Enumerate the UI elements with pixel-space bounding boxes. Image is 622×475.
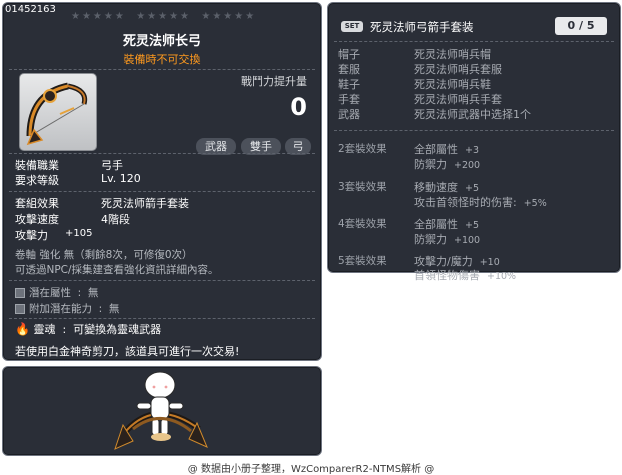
potential-box-icon	[15, 288, 25, 298]
attack-speed-label: 攻擊速度	[15, 213, 59, 226]
divider	[9, 280, 315, 281]
divider	[9, 191, 315, 192]
set-part-slot: 手套	[338, 93, 360, 106]
soul-row: 🔥 靈魂 : 可變換為靈魂武器	[15, 322, 162, 336]
divider	[9, 69, 315, 70]
set-part-name: 死灵法师武器中选择1个	[414, 108, 531, 121]
set-tooltip: SET 死灵法师弓箭手套装 0 / 5 帽子 死灵法师哨兵帽 套服 死灵法师哨兵…	[327, 2, 621, 282]
stat-value: 弓手	[101, 159, 123, 172]
set-badge: SET	[341, 21, 363, 32]
set-effect-line: 攻击首领怪时的伤害: +5%	[414, 196, 547, 209]
set-part-slot: 帽子	[338, 48, 360, 61]
character-preview	[114, 371, 208, 450]
star-group: ★★★★★	[71, 11, 126, 22]
enhance-info: 可透過NPC/採集建查看強化資訊詳細內容。	[15, 264, 219, 276]
set-effect-head: 2套裝效果	[338, 143, 387, 155]
additional-potential-row: 附加潛在能力 : 無	[15, 301, 119, 316]
flame-icon: 🔥	[15, 322, 30, 336]
divider	[334, 41, 614, 42]
item-name: 死灵法师长弓	[122, 34, 201, 49]
star-group: ★★★★★	[201, 11, 257, 22]
upgrade-info: 卷軸 強化 無（剩餘8次，可修復0次）	[15, 249, 193, 261]
soul-value: 可變換為靈魂武器	[73, 323, 162, 336]
stat-label: 要求等級	[15, 174, 59, 187]
set-part-name: 死灵法师哨兵套服	[414, 63, 502, 76]
bow-icon	[26, 82, 88, 146]
set-effect-line: 首領怪物傷害 +10%	[414, 269, 517, 282]
additional-potential-value: 無	[108, 303, 120, 315]
trade-restriction: 裝備時不可交換	[123, 53, 201, 66]
potential-value: 無	[87, 287, 99, 299]
soul-label: 靈魂	[33, 323, 56, 336]
potential-row: 潛在屬性 : 無	[15, 285, 98, 300]
attack-value: +105	[65, 228, 93, 239]
set-effect-head: 4套裝效果	[338, 218, 387, 230]
combat-power-value: 0	[290, 93, 307, 121]
set-part-slot: 武器	[338, 108, 360, 121]
footer-credit: @ 数据由小册子整理，WzComparerR2-NTMS解析 @	[187, 464, 435, 475]
stat-value: Lv. 120	[101, 172, 141, 185]
set-title: 死灵法师弓箭手套装	[370, 20, 474, 34]
divider	[9, 318, 315, 319]
scissors-note: 若使用白金神奇剪刀，該道具可進行一次交易!	[15, 345, 240, 358]
stat-label: 裝備職業	[15, 159, 59, 172]
attack-speed-value: 4階段	[101, 213, 130, 226]
set-part-slot: 鞋子	[338, 78, 360, 91]
item-icon-frame	[19, 73, 97, 151]
set-effect-value: 死灵法师箭手套装	[101, 197, 189, 210]
potential-label: 潛在屬性	[29, 287, 71, 299]
set-effect-line: 移動速度 +5	[414, 181, 480, 194]
set-effect-head: 3套裝效果	[338, 181, 387, 193]
divider	[9, 153, 315, 154]
set-part-name: 死灵法师哨兵帽	[414, 48, 491, 61]
star-force-row: ★★★★★ ★★★★★ ★★★★★	[71, 11, 256, 22]
set-part-slot: 套服	[338, 63, 360, 76]
set-effect-line: 防禦力 +100	[414, 233, 481, 246]
set-part-name: 死灵法师哨兵鞋	[414, 78, 491, 91]
item-tooltip: 01452163 ★★★★★ ★★★★★ ★★★★★ 死灵法师长弓 裝備時不可交…	[2, 2, 322, 361]
combat-power-label: 戰鬥力提升量	[241, 75, 307, 88]
set-effect-label: 套組效果	[15, 197, 59, 210]
set-effect-head: 5套裝效果	[338, 255, 387, 267]
set-effect-line: 全部屬性 +5	[414, 218, 480, 231]
star-group: ★★★★★	[136, 11, 192, 22]
potential-box-icon	[15, 304, 25, 314]
set-count: 0 / 5	[555, 17, 607, 35]
divider	[334, 130, 614, 131]
set-effect-line: 全部屬性 +3	[414, 143, 480, 156]
additional-potential-label: 附加潛在能力	[29, 303, 92, 315]
set-part-name: 死灵法师哨兵手套	[414, 93, 502, 106]
item-id: 01452163	[5, 4, 56, 15]
set-effect-line: 防禦力 +200	[414, 158, 481, 171]
character-preview-panel	[2, 366, 322, 456]
attack-label: 攻擊力	[15, 229, 48, 242]
